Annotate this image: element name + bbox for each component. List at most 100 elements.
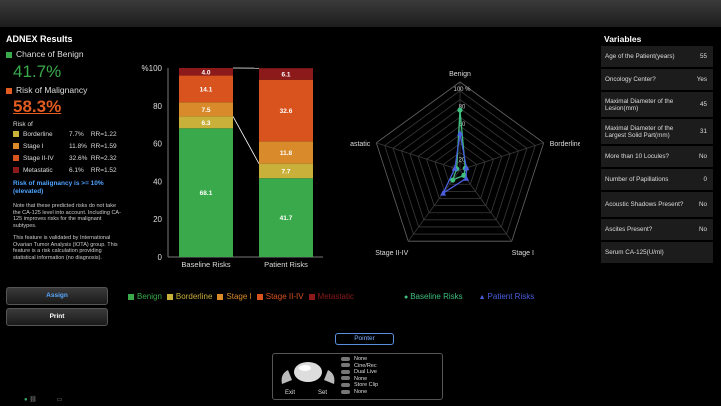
y-tick-label: 0 xyxy=(158,253,163,262)
x-tick-label: Patient Risks xyxy=(264,260,308,269)
subtype-borderline: Borderline 7.7% RR=1.22 xyxy=(13,131,117,138)
variable-value: No xyxy=(698,226,707,233)
bar-data-label: 7.7 xyxy=(281,168,290,175)
y-tick-label: 20 xyxy=(153,215,162,224)
key-icon xyxy=(341,363,350,368)
radar-spoke xyxy=(376,142,461,171)
bar-data-label: 14.1 xyxy=(200,86,213,93)
risk-radar-chart: Benign Borderline Stage I Stage II-IV Metast… xyxy=(350,71,580,257)
variable-value: Yes xyxy=(696,76,707,83)
variable-label: Maximal Diameter of the Largest Solid Pa… xyxy=(605,124,674,139)
variable-value: 55 xyxy=(699,53,707,60)
variable-row: More than 10 Locules? No xyxy=(601,146,713,168)
control-menu-item[interactable]: None xyxy=(341,376,367,382)
bar-legend-item: Metastatic xyxy=(308,292,354,301)
x-tick-label: Baseline Risks xyxy=(181,260,230,269)
benign-label: Chance of Benign xyxy=(6,49,84,59)
network-icon: ● xyxy=(24,397,28,403)
radar-legend-item: ● Baseline Risks xyxy=(404,292,463,301)
benign-swatch xyxy=(6,51,12,58)
benign-value: 41.7% xyxy=(13,62,62,81)
bar-legend-item: Stage II-IV xyxy=(256,292,304,301)
link-icon: ⛓ xyxy=(29,397,37,403)
variable-label: Maximal Diameter of the Lesion(mm) xyxy=(605,97,674,112)
variable-label: Acoustic Shadows Present? xyxy=(605,201,684,208)
bar-data-label: 4.0 xyxy=(201,69,210,76)
variable-label: Oncology Center? xyxy=(605,76,656,83)
radar-axis-label: Borderline xyxy=(550,141,580,148)
variable-label: Ascites Present? xyxy=(605,226,653,233)
variable-row: Oncology Center? Yes xyxy=(601,69,713,91)
variable-value: No xyxy=(698,153,707,160)
control-menu-item[interactable]: Dual Live xyxy=(341,369,377,375)
control-menu-item[interactable]: None xyxy=(341,389,367,395)
key-icon xyxy=(341,356,350,361)
bar-data-label: 11.8 xyxy=(280,150,293,157)
variable-row: Maximal Diameter of the Largest Solid Pa… xyxy=(601,119,713,145)
key-icon xyxy=(341,382,350,387)
variable-row: Acoustic Shadows Present? No xyxy=(601,192,713,218)
key-icon xyxy=(341,369,350,374)
radar-axis-label: Metastatic xyxy=(350,141,371,148)
key-icon xyxy=(341,389,350,394)
variable-label: Serum CA-125(U/ml) xyxy=(605,249,664,256)
top-bar xyxy=(0,0,721,27)
variable-label: More than 10 Locules? xyxy=(605,153,670,160)
pointer-button[interactable]: Pointer xyxy=(335,333,394,345)
y-tick-label: %100 xyxy=(142,64,163,73)
variable-value: No xyxy=(698,201,707,208)
variable-value: 45 xyxy=(699,101,707,108)
iota-note: This feature is validated by Internation… xyxy=(13,235,118,261)
bar-data-label: 68.1 xyxy=(200,190,213,197)
variable-row: Ascites Present? No xyxy=(601,219,713,241)
radar-axis-label: Stage I xyxy=(512,250,534,257)
bar-data-label: 41.7 xyxy=(280,215,293,222)
variables-title: Variables xyxy=(604,34,642,44)
bar-data-label: 6.3 xyxy=(201,120,210,127)
subtype-stage-ii-iv: Stage II-IV 32.6% RR=2.32 xyxy=(13,155,117,162)
control-menu-item[interactable]: None xyxy=(341,356,367,362)
radar-spoke xyxy=(459,142,544,171)
variable-label: Age of the Patient(years) xyxy=(605,53,675,60)
malignancy-label: Risk of Malignancy xyxy=(6,85,87,95)
bar-data-label: 32.6 xyxy=(280,108,293,115)
assign-button[interactable]: Assign xyxy=(6,287,108,305)
radar-point xyxy=(457,107,463,113)
radar-ring-label: 100 % xyxy=(453,87,471,93)
malignancy-value: 58.3% xyxy=(13,97,62,116)
status-icons: ● ⛓ ▭ xyxy=(24,396,62,403)
variable-row: Age of the Patient(years) 55 xyxy=(601,46,713,68)
bar-chart-legend: Benign Borderline Stage I Stage II-IV Metast… xyxy=(128,292,359,301)
variable-label: Number of Papillations xyxy=(605,176,669,183)
ca125-note: Note that these predicted risks do not t… xyxy=(13,203,121,229)
print-button[interactable]: Print xyxy=(6,308,108,326)
radar-legend-item: ▲ Patient Risks xyxy=(478,292,535,301)
benign-connector xyxy=(232,116,260,164)
risk-bar-chart: 0 20 40 60 80 %100 68.1 6.3 7.5 14.1 4.0 Baseline R… xyxy=(142,64,323,269)
variable-value: 0 xyxy=(703,176,707,183)
risk-of-label: Risk of xyxy=(13,121,33,128)
results-title: ADNEX Results xyxy=(6,34,73,44)
subtype-metastatic: Metastatic 6.1% RR=1.52 xyxy=(13,167,117,174)
y-tick-label: 80 xyxy=(153,102,162,111)
bar-legend-item: Borderline xyxy=(166,292,212,301)
subtype-stage-i: Stage I 11.8% RR=1.59 xyxy=(13,143,117,150)
radar-chart-legend: ● Baseline Risks ▲ Patient Risks xyxy=(404,292,550,301)
radar-axis-label: Stage II-IV xyxy=(375,250,408,257)
trackball-icon[interactable] xyxy=(278,358,338,394)
control-menu-item[interactable]: Store Clip xyxy=(341,382,378,388)
bar-data-label: 6.1 xyxy=(281,71,290,78)
exit-label: Exit xyxy=(285,390,296,396)
variable-value: 31 xyxy=(699,128,707,135)
control-menu-item[interactable]: Cine/Rec xyxy=(341,363,377,369)
radar-axis-label: Benign xyxy=(449,71,471,78)
keyboard-icon: ▭ xyxy=(56,397,63,403)
bar-legend-item: Stage I xyxy=(217,292,252,301)
variable-row: Number of Papillations 0 xyxy=(601,169,713,191)
y-tick-label: 60 xyxy=(153,140,162,149)
set-label: Set xyxy=(318,390,328,396)
bar-data-label: 7.5 xyxy=(201,107,210,114)
bar-legend-item: Benign xyxy=(128,292,162,301)
variable-row: Maximal Diameter of the Lesion(mm) 45 xyxy=(601,92,713,118)
key-icon xyxy=(341,376,350,381)
